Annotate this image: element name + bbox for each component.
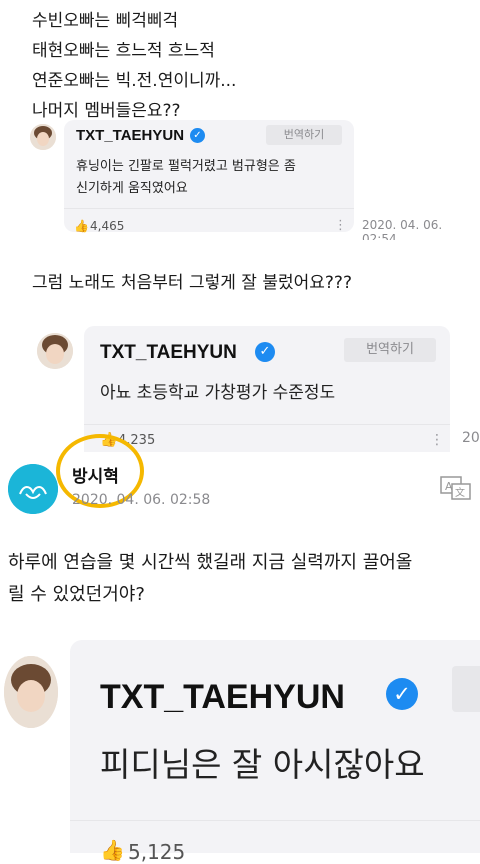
reply-time: 02:54	[362, 232, 397, 240]
svg-text:文: 文	[455, 486, 465, 499]
comment-date: 2020. 04. 06. 02:58	[72, 492, 211, 508]
like-count-partial: 5,125	[128, 840, 186, 864]
reply-date: 2020. 04. 06.	[362, 218, 443, 232]
question-text: 그럼 노래도 처음부터 그렇게 잘 불렀어요???	[32, 273, 352, 293]
reply-text: 아뇨 초등학교 가창평가 수준정도	[100, 383, 336, 403]
avatar[interactable]	[8, 464, 58, 514]
divider	[64, 208, 354, 209]
reply-date-partial: 20	[462, 430, 480, 446]
question-line-3: 연준오빠는 빅.전.연이니까...	[32, 71, 237, 91]
like-thumb-icon[interactable]: 👍	[100, 838, 125, 862]
reply-username[interactable]: TXT_TAEHYUN	[100, 678, 345, 717]
avatar-photo-icon	[30, 124, 56, 150]
verified-badge-icon: ✓	[386, 678, 418, 710]
reply-text: 피디님은 잘 아시잖아요	[100, 745, 425, 784]
avatar-photo-icon	[37, 333, 73, 369]
more-icon[interactable]: ⋮	[430, 432, 444, 448]
question-line-4: 나머지 멤버들은요??	[32, 101, 181, 121]
translate-button[interactable]: 번역하기	[266, 125, 342, 145]
avatar[interactable]	[4, 656, 58, 728]
verified-badge-icon: ✓	[190, 128, 205, 143]
translate-button[interactable]: 번역하기	[344, 338, 436, 362]
question-line-2: 태현오빠는 흐느적 흐느적	[32, 41, 215, 61]
more-icon[interactable]: ⋮	[334, 218, 347, 233]
avatar[interactable]	[30, 124, 56, 150]
avatar-photo-icon	[4, 656, 58, 728]
reply-text-line-1: 휴닝이는 긴팔로 펄럭거렸고 범규형은 좀	[76, 159, 296, 174]
like-count: 4,465	[90, 219, 125, 233]
reply-text-line-2: 신기하게 움직였어요	[76, 181, 188, 196]
divider	[70, 820, 480, 821]
comment-username[interactable]: 방시혁	[72, 462, 119, 487]
translate-button[interactable]	[452, 666, 480, 712]
reply-username[interactable]: TXT_TAEHYUN	[100, 342, 237, 364]
avatar[interactable]	[37, 333, 73, 369]
reply-username[interactable]: TXT_TAEHYUN	[76, 127, 184, 144]
like-thumb-icon[interactable]: 👍	[74, 219, 89, 233]
divider	[84, 424, 450, 425]
question-line-1: 하루에 연습을 몇 시간씩 했길래 지금 실력까지 끌어올	[8, 552, 413, 573]
translate-icon[interactable]: A 文	[440, 476, 472, 500]
verified-badge-icon: ✓	[255, 342, 275, 362]
question-line-1: 수빈오빠는 삐걱삐걱	[32, 11, 179, 31]
heart-logo-icon	[8, 464, 58, 514]
question-line-2: 릴 수 있었던거야?	[8, 584, 145, 605]
